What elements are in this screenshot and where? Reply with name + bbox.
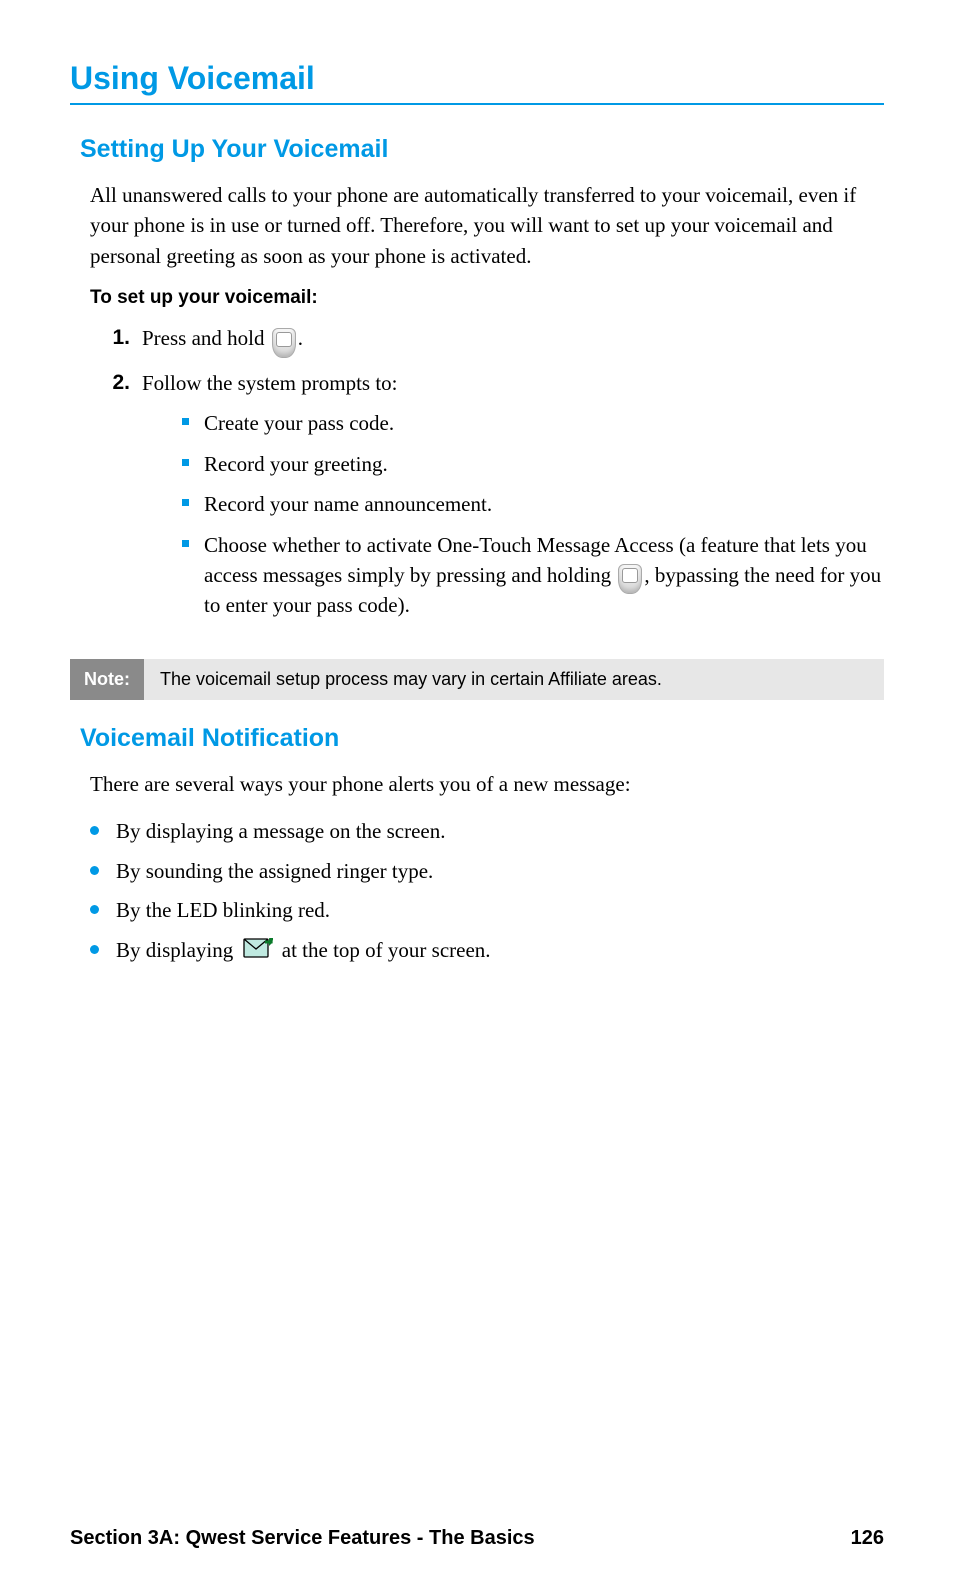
footer-section: Section 3A: Qwest Service Features - The… [70,1527,535,1550]
sub-item: Choose whether to activate One-Touch Mes… [182,530,884,621]
page-footer: Section 3A: Qwest Service Features - The… [70,1527,884,1550]
sub-list: Create your pass code. Record your greet… [182,408,884,621]
step-body: Press and hold . [142,323,884,353]
sub-item: Record your name announcement. [182,489,884,519]
step-item: 2. Follow the system prompts to: Create … [90,368,884,631]
sub-item: Create your pass code. [182,408,884,438]
list-item: By the LED blinking red. [90,894,884,928]
list-item: By displaying at the top of your screen. [90,934,884,968]
step-number: 2. [90,368,142,631]
step-number: 1. [90,323,142,353]
step-text: Follow the system prompts to: [142,371,398,395]
intro-paragraph: All unanswered calls to your phone are a… [90,180,884,271]
list-item: By sounding the assigned ringer type. [90,855,884,889]
note-box: Note: The voicemail setup process may va… [70,659,884,700]
note-label: Note: [70,659,144,700]
instruction-label: To set up your voicemail: [90,287,884,309]
envelope-icon [243,937,273,971]
footer-page-number: 126 [851,1527,884,1550]
step-item: 1. Press and hold . [90,323,884,353]
note-text: The voicemail setup process may vary in … [144,659,884,700]
step-text: Press and hold [142,326,270,350]
step-text-end: . [298,326,303,350]
phone-key-icon [618,564,642,594]
list-text-end: at the top of your screen. [282,938,491,962]
notification-intro: There are several ways your phone alerts… [90,769,884,799]
list-text: By displaying [116,938,239,962]
document-page: Using Voicemail Setting Up Your Voicemai… [0,0,954,1590]
page-title: Using Voicemail [70,60,884,105]
steps-list: 1. Press and hold . 2. Follow the system… [90,323,884,631]
phone-key-icon [272,328,296,358]
notification-list: By displaying a message on the screen. B… [90,815,884,967]
section-heading-setup: Setting Up Your Voicemail [80,135,884,164]
list-item: By displaying a message on the screen. [90,815,884,849]
step-body: Follow the system prompts to: Create you… [142,368,884,631]
sub-item: Record your greeting. [182,449,884,479]
section-heading-notification: Voicemail Notification [80,724,884,753]
